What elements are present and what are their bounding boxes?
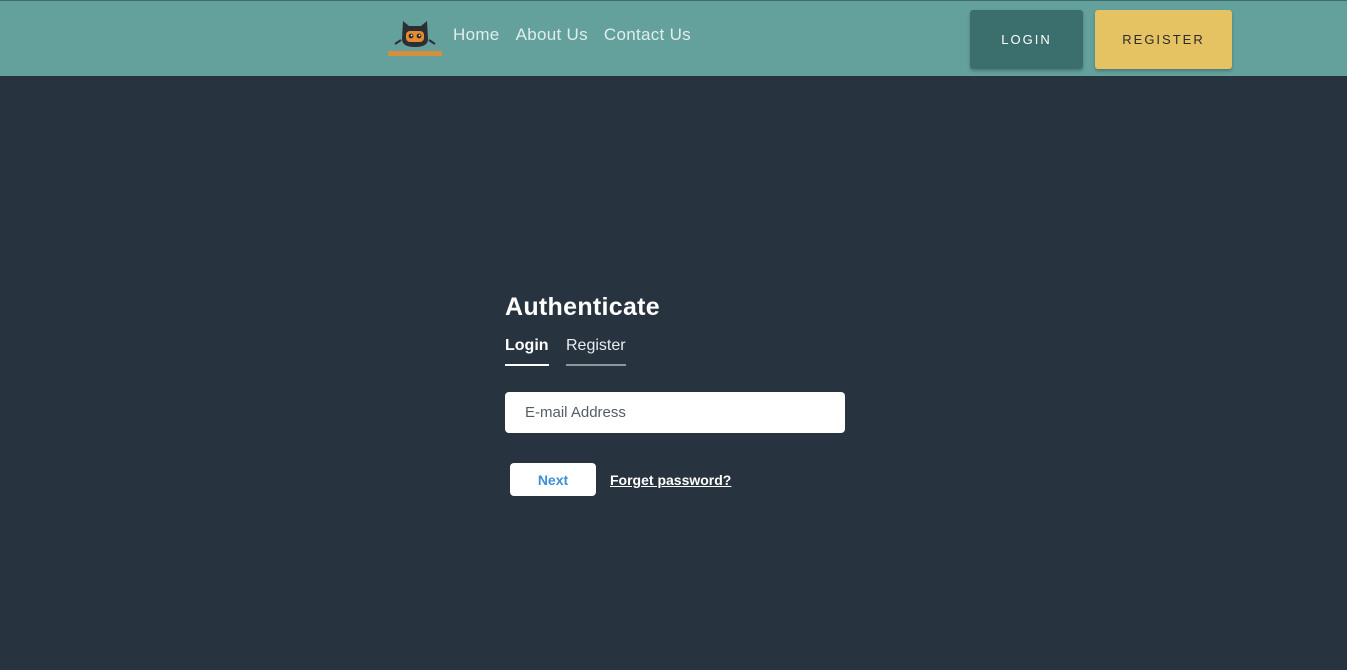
nav-links: Home About Us Contact Us bbox=[453, 25, 707, 45]
login-button[interactable]: LOGIN bbox=[970, 10, 1083, 69]
next-button[interactable]: Next bbox=[510, 463, 596, 496]
nav-link-contact-us[interactable]: Contact Us bbox=[604, 25, 691, 45]
auth-panel: Authenticate Login Register Next Forget … bbox=[505, 293, 845, 496]
page-title: Authenticate bbox=[505, 293, 661, 321]
register-button[interactable]: REGISTER bbox=[1095, 10, 1232, 69]
forget-password-link[interactable]: Forget password? bbox=[610, 472, 731, 488]
tab-register[interactable]: Register bbox=[566, 337, 626, 366]
tab-login[interactable]: Login bbox=[505, 337, 549, 366]
nav-link-home[interactable]: Home bbox=[453, 25, 500, 45]
email-field[interactable] bbox=[505, 392, 845, 433]
mascot-logo-icon[interactable] bbox=[385, 17, 445, 59]
nav-link-about-us[interactable]: About Us bbox=[516, 25, 588, 45]
top-navbar: Home About Us Contact Us LOGIN REGISTER bbox=[0, 0, 1347, 76]
